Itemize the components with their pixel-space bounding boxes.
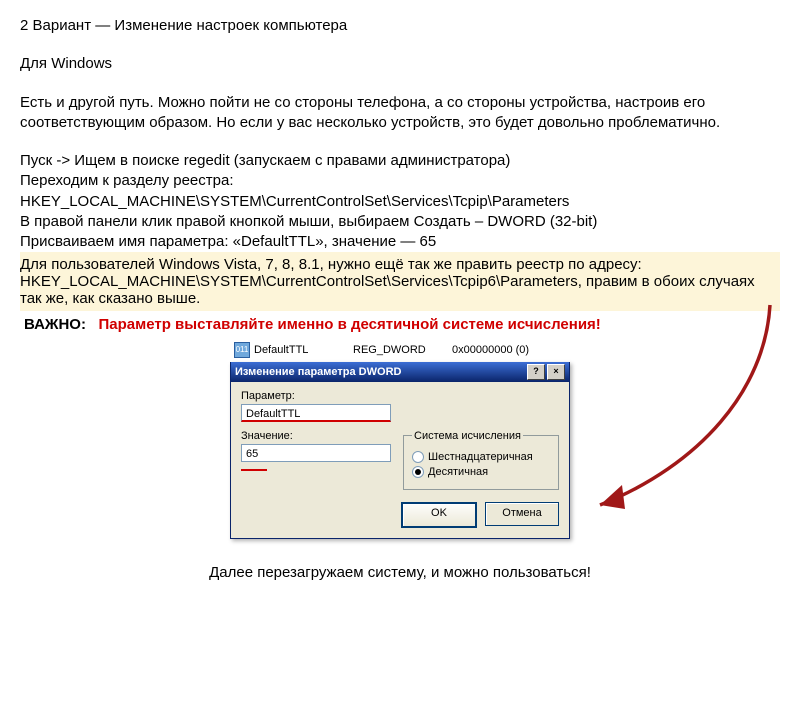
param-input[interactable]: DefaultTTL xyxy=(241,404,391,422)
reg-path-1: HKEY_LOCAL_MACHINE\SYSTEM\CurrentControl… xyxy=(20,192,780,212)
dec-radio-row[interactable]: Десятичная xyxy=(412,466,550,478)
step-4: Присваиваем имя параметра: «DefaultTTL»,… xyxy=(20,232,780,252)
footer-text: Далее перезагружаем систему, и можно пол… xyxy=(20,563,780,583)
help-button[interactable]: ? xyxy=(527,364,545,380)
important-line: ВАЖНО: Параметр выставляйте именно в дес… xyxy=(24,315,780,335)
hex-radio-row[interactable]: Шестнадцатеричная xyxy=(412,451,550,463)
important-label: ВАЖНО: xyxy=(24,316,86,333)
dialog-title: Изменение параметра DWORD xyxy=(235,362,401,382)
intro-paragraph: Есть и другой путь. Можно пойти не со ст… xyxy=(20,93,780,134)
radix-group: Система исчисления Шестнадцатеричная Дес… xyxy=(403,430,559,490)
os-label: Для Windows xyxy=(20,54,780,74)
reg-path-2: HKEY_LOCAL_MACHINE\SYSTEM\CurrentControl… xyxy=(20,273,755,307)
dec-radio[interactable] xyxy=(412,466,424,478)
vista-note-1: Для пользователей Windows Vista, 7, 8, 8… xyxy=(20,256,642,273)
step-3: В правой панели клик правой кнопкой мыши… xyxy=(20,212,780,232)
dialog-titlebar[interactable]: Изменение параметра DWORD ? × xyxy=(231,362,569,382)
close-button[interactable]: × xyxy=(547,364,565,380)
ok-button[interactable]: OK xyxy=(401,502,477,528)
value-underline xyxy=(241,469,267,471)
step-2: Переходим к разделу реестра: xyxy=(20,171,780,191)
value-label: Значение: xyxy=(241,430,391,442)
registry-value-row: 011 DefaultTTL REG_DWORD 0x00000000 (0) xyxy=(230,342,570,358)
hex-radio[interactable] xyxy=(412,451,424,463)
cancel-button[interactable]: Отмена xyxy=(485,502,559,526)
reg-value-name: DefaultTTL xyxy=(254,344,349,356)
registry-screenshot: 011 DefaultTTL REG_DWORD 0x00000000 (0) … xyxy=(230,342,570,539)
heading: 2 Вариант — Изменение настроек компьютер… xyxy=(20,16,780,36)
step-1: Пуск -> Ищем в поиске regedit (запускаем… xyxy=(20,151,780,171)
reg-value-data: 0x00000000 (0) xyxy=(452,344,529,356)
important-text: Параметр выставляйте именно в десятичной… xyxy=(99,316,601,333)
vista-note-block: Для пользователей Windows Vista, 7, 8, 8… xyxy=(20,252,780,311)
reg-dword-icon: 011 xyxy=(234,342,250,358)
dec-label: Десятичная xyxy=(428,466,488,478)
edit-dword-dialog: Изменение параметра DWORD ? × Параметр: … xyxy=(230,362,570,539)
value-input[interactable]: 65 xyxy=(241,444,391,462)
param-label: Параметр: xyxy=(241,390,559,402)
reg-value-type: REG_DWORD xyxy=(353,344,448,356)
radix-legend: Система исчисления xyxy=(412,430,523,442)
hex-label: Шестнадцатеричная xyxy=(428,451,533,463)
